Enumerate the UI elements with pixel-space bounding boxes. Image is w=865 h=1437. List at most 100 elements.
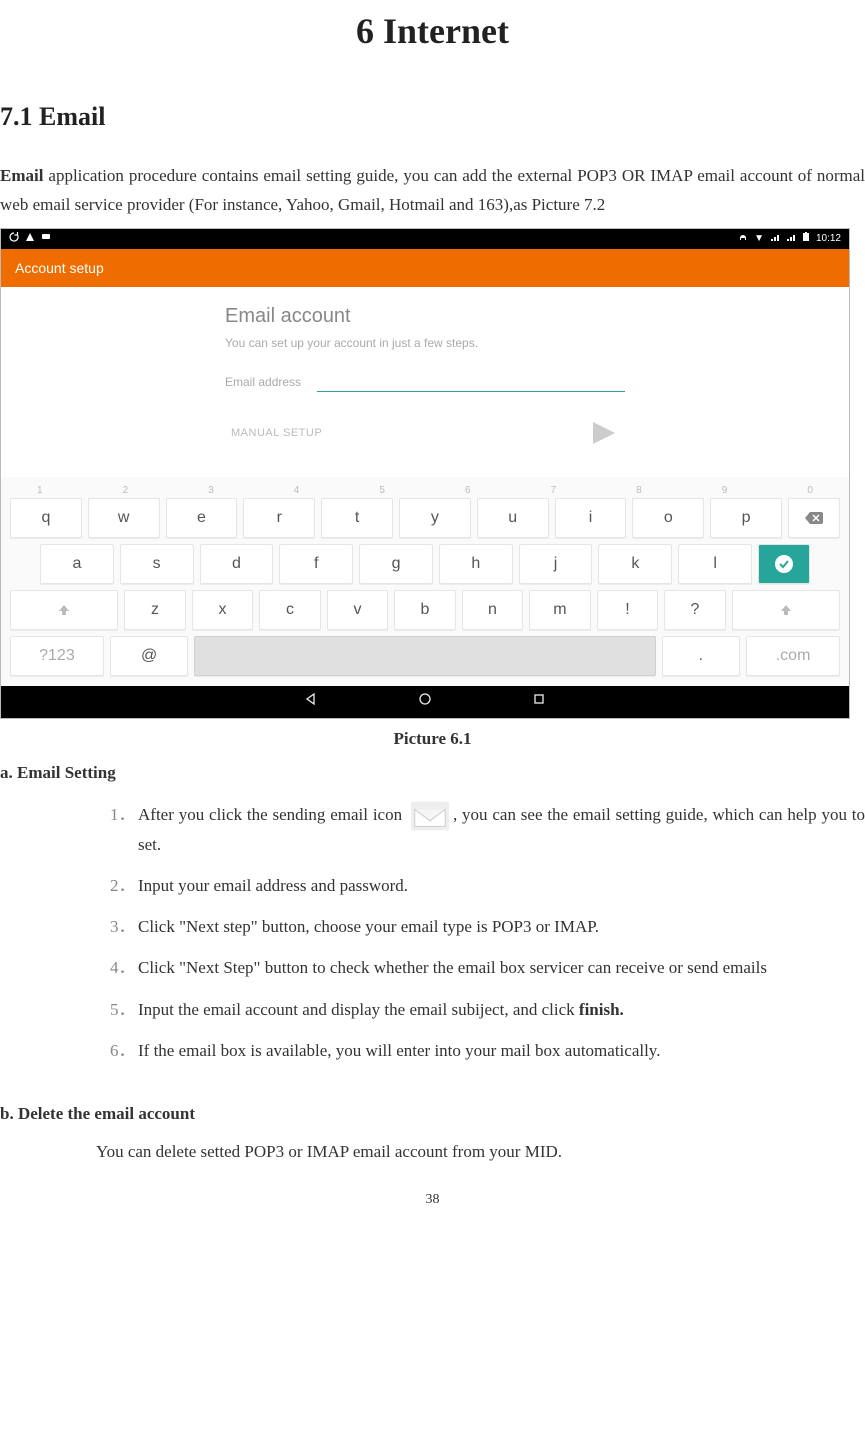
step-4: 4．Click "Next Step" button to check whet… (110, 954, 865, 981)
step-3: 3．Click "Next step" button, choose your … (110, 913, 865, 940)
key-p[interactable]: p (710, 498, 782, 538)
status-warning-icon (25, 232, 35, 245)
key-s[interactable]: s (120, 544, 194, 584)
form-subtitle: You can set up your account in just a fe… (225, 336, 625, 350)
form-title: Email account (225, 305, 625, 328)
intro-bold: Email (0, 166, 43, 185)
step-number: 6． (110, 1037, 138, 1064)
key-v[interactable]: v (327, 590, 388, 630)
num-hint-7: 7 (551, 485, 557, 496)
step-number: 3． (110, 913, 138, 940)
key-o[interactable]: o (632, 498, 704, 538)
key-d[interactable]: d (200, 544, 274, 584)
num-hint-5: 5 (379, 485, 385, 496)
picture-caption: Picture 6.1 (0, 729, 865, 749)
email-field-label: Email address (225, 375, 301, 389)
step-1: 1．After you click the sending email icon… (110, 801, 865, 858)
key-a[interactable]: a (40, 544, 114, 584)
step-text: Click "Next step" button, choose your em… (138, 913, 865, 940)
screenshot-figure: ▼ 10:12 Account setup Email account You … (0, 228, 850, 719)
key-y[interactable]: y (399, 498, 471, 538)
on-screen-keyboard: 1234567890 qwertyuiop asdfghjkl zxcvbnm!… (1, 477, 849, 686)
status-signal2-icon (786, 232, 796, 245)
step-number: 1． (110, 801, 138, 858)
delete-note: You can delete setted POP3 or IMAP email… (96, 1142, 865, 1162)
status-down-icon: ▼ (754, 233, 764, 244)
key-t[interactable]: t (321, 498, 393, 538)
key-?[interactable]: ? (664, 590, 725, 630)
step-2: 2．Input your email address and password. (110, 872, 865, 899)
key-![interactable]: ! (597, 590, 658, 630)
key-f[interactable]: f (279, 544, 353, 584)
status-time: 10:12 (816, 233, 841, 244)
num-hint-0: 0 (807, 485, 813, 496)
status-headset-icon (738, 232, 748, 245)
num-hint-8: 8 (636, 485, 642, 496)
section-title: 7.1 Email (0, 102, 865, 132)
num-hint-9: 9 (722, 485, 728, 496)
num-hint-6: 6 (465, 485, 471, 496)
key-u[interactable]: u (477, 498, 549, 538)
nav-home-icon[interactable] (418, 692, 432, 711)
app-bar-title: Account setup (15, 260, 104, 276)
status-battery-icon (802, 232, 810, 245)
dot-key[interactable]: . (662, 636, 741, 676)
step-text: Input your email address and password. (138, 872, 865, 899)
intro-paragraph: Email application procedure contains ema… (0, 162, 865, 220)
step-5: 5．Input the email account and display th… (110, 996, 865, 1023)
key-x[interactable]: x (192, 590, 253, 630)
num-hint-2: 2 (123, 485, 129, 496)
nav-bar (1, 686, 849, 718)
num-hint-4: 4 (294, 485, 300, 496)
subhead-a: a. Email Setting (0, 763, 865, 783)
key-w[interactable]: w (88, 498, 160, 538)
symbols-key[interactable]: ?123 (10, 636, 104, 676)
steps-list: 1．After you click the sending email icon… (0, 801, 865, 1064)
space-key[interactable] (194, 636, 655, 676)
key-z[interactable]: z (124, 590, 185, 630)
key-l[interactable]: l (678, 544, 752, 584)
app-bar: Account setup (1, 249, 849, 287)
envelope-icon (407, 805, 453, 824)
at-key[interactable]: @ (110, 636, 189, 676)
key-n[interactable]: n (462, 590, 523, 630)
status-chat-icon (41, 232, 51, 245)
next-button[interactable] (585, 418, 625, 448)
step-6: 6．If the email box is available, you wil… (110, 1037, 865, 1064)
shift-right-key[interactable] (732, 590, 840, 630)
backspace-key[interactable] (788, 498, 840, 538)
step-text: Input the email account and display the … (138, 996, 865, 1023)
num-hint-3: 3 (208, 485, 214, 496)
key-r[interactable]: r (243, 498, 315, 538)
step-number: 5． (110, 996, 138, 1023)
key-i[interactable]: i (555, 498, 627, 538)
email-field[interactable] (317, 372, 625, 392)
step-bold: finish. (579, 1000, 624, 1019)
step-text: If the email box is available, you will … (138, 1037, 865, 1064)
shift-left-key[interactable] (10, 590, 118, 630)
intro-rest: application procedure contains email set… (0, 166, 865, 214)
step-number: 2． (110, 872, 138, 899)
key-k[interactable]: k (598, 544, 672, 584)
status-sync-icon (9, 232, 19, 245)
manual-setup-button[interactable]: MANUAL SETUP (231, 427, 322, 439)
enter-key[interactable] (758, 544, 810, 584)
status-signal-icon (770, 232, 780, 245)
status-bar: ▼ 10:12 (1, 229, 849, 249)
key-q[interactable]: q (10, 498, 82, 538)
key-g[interactable]: g (359, 544, 433, 584)
chapter-title: 6 Internet (0, 10, 865, 52)
key-m[interactable]: m (529, 590, 590, 630)
form-area: Email account You can set up your accoun… (1, 287, 849, 477)
key-h[interactable]: h (439, 544, 513, 584)
key-b[interactable]: b (394, 590, 455, 630)
key-j[interactable]: j (519, 544, 593, 584)
dotcom-key[interactable]: .com (746, 636, 840, 676)
step-text: Click "Next Step" button to check whethe… (138, 954, 865, 981)
nav-recent-icon[interactable] (532, 692, 546, 711)
step-text: After you click the sending email icon ,… (138, 801, 865, 858)
step-number: 4． (110, 954, 138, 981)
key-c[interactable]: c (259, 590, 320, 630)
key-e[interactable]: e (166, 498, 238, 538)
nav-back-icon[interactable] (304, 692, 318, 711)
